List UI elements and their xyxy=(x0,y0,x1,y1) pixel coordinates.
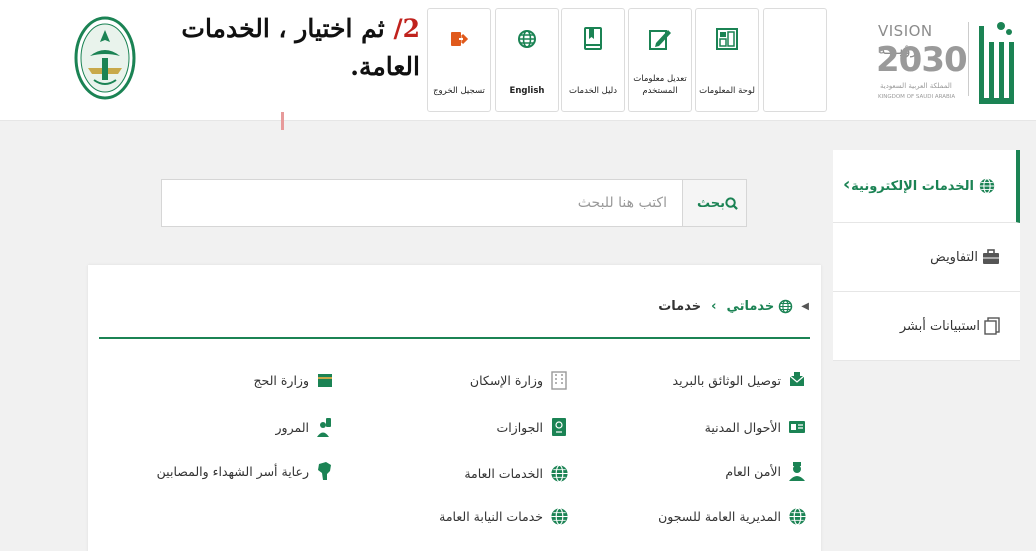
service-label: المرور xyxy=(275,419,309,435)
passport-icon xyxy=(552,418,566,436)
services-guide-button[interactable]: دليل الخدمات xyxy=(561,8,625,112)
breadcrumb-home-link[interactable]: خدماتي xyxy=(726,299,774,314)
edit-profile-label: تعديل معلومات المستخدم xyxy=(633,74,687,96)
service-martyrs-families-care[interactable]: رعاية أسر الشهداء والمصابين xyxy=(157,459,335,483)
service-traffic[interactable]: المرور xyxy=(276,415,335,439)
service-public-security[interactable]: الأمن العام xyxy=(725,459,807,483)
services-guide-label: دليل الخدمات xyxy=(568,86,618,96)
sidebar-item-delegations[interactable]: التفاويض xyxy=(833,223,1020,292)
dashboard-button[interactable]: لوحة المعلومات xyxy=(695,8,759,112)
service-label: وزارة الإسكان xyxy=(469,372,543,388)
english-label: English xyxy=(509,86,545,96)
id-card-icon xyxy=(789,421,805,433)
vision-ksa-english: KINGDOM OF SAUDI ARABIA xyxy=(878,94,956,100)
kaaba-icon xyxy=(318,374,332,387)
globe-icon xyxy=(518,30,536,48)
globe-icon xyxy=(979,178,995,194)
logo-divider xyxy=(968,22,969,96)
service-passports[interactable]: الجوازات xyxy=(496,415,569,439)
edit-profile-button[interactable]: تعديل معلومات المستخدم xyxy=(628,8,692,112)
officer-icon xyxy=(789,462,805,481)
empty-tile xyxy=(763,8,827,112)
service-label: الجوازات xyxy=(496,419,543,435)
sidebar-item-label: استبيانات أبشر xyxy=(899,318,980,334)
service-label: الخدمات العامة xyxy=(464,465,543,481)
search-button-label: بحث xyxy=(697,195,726,211)
breadcrumb-separator: › xyxy=(711,299,717,314)
service-label: وزارة الحج xyxy=(253,372,309,388)
mail-delivery-icon xyxy=(789,372,805,386)
sidebar-item-label: التفاويض xyxy=(930,249,978,265)
sidebar: ‹ الخدمات الإلكترونية التفاويض استبيانات… xyxy=(833,150,1020,361)
logout-label: تسجيل الخروج xyxy=(433,86,485,96)
annotation-step: 2/ xyxy=(393,14,420,43)
services-card: ◀ خدماتي › خدمات توصيل الوثائق بالبريد ا… xyxy=(88,265,821,551)
instruction-annotation: 2/ ثم اختيار ، الخدمات العامة. xyxy=(158,10,420,86)
service-label: المديرية العامة للسجون xyxy=(658,508,781,524)
english-language-button[interactable]: English xyxy=(495,8,559,112)
vision-2030-logo: VISION رؤيـــة 2030 المملكة العربية السع… xyxy=(876,18,968,106)
chevron-left-icon: ‹ xyxy=(843,174,851,195)
service-general-services[interactable]: الخدمات العامة xyxy=(464,461,569,485)
service-label: خدمات النيابة العامة xyxy=(439,508,543,524)
service-civil-affairs[interactable]: الأحوال المدنية xyxy=(705,415,807,439)
red-marker xyxy=(281,112,284,130)
dashboard-icon xyxy=(716,28,738,50)
search-bar: بحث xyxy=(161,179,747,227)
service-housing-ministry[interactable]: وزارة الإسكان xyxy=(470,368,569,392)
absher-logo-icon xyxy=(979,22,1014,104)
service-prisons-directorate[interactable]: المديرية العامة للسجون xyxy=(658,504,807,528)
edit-icon xyxy=(649,30,671,50)
logout-icon xyxy=(451,32,468,46)
search-input[interactable] xyxy=(162,180,683,226)
service-label: رعاية أسر الشهداء والمصابين xyxy=(156,463,309,479)
search-icon xyxy=(725,196,738,210)
emblem-icon xyxy=(74,16,136,100)
service-label: الأحوال المدنية xyxy=(704,419,781,435)
section-divider xyxy=(99,337,810,339)
annotation-text: ثم اختيار ، الخدمات العامة. xyxy=(181,14,420,81)
globe-icon xyxy=(788,507,806,525)
breadcrumb: ◀ خدماتي › خدمات xyxy=(658,299,809,314)
vision-ksa-arabic: المملكة العربية السعودية xyxy=(880,82,952,90)
globe-icon xyxy=(550,464,568,482)
document-icon xyxy=(984,317,1000,335)
sidebar-item-surveys[interactable]: استبيانات أبشر xyxy=(833,292,1020,361)
building-icon xyxy=(551,371,567,390)
service-mail-delivery[interactable]: توصيل الوثائق بالبريد xyxy=(673,368,807,392)
service-public-prosecution[interactable]: خدمات النيابة العامة xyxy=(439,504,569,528)
header: 2/ ثم اختيار ، الخدمات العامة. تسجيل الخ… xyxy=(0,0,1036,121)
briefcase-icon xyxy=(983,249,999,264)
service-label: توصيل الوثائق بالبريد xyxy=(672,372,781,388)
traffic-officer-icon xyxy=(317,418,331,437)
sidebar-item-electronic-services[interactable]: ‹ الخدمات الإلكترونية xyxy=(833,150,1020,223)
sidebar-item-label: الخدمات الإلكترونية xyxy=(851,178,974,194)
globe-icon xyxy=(779,299,793,314)
service-hajj-ministry[interactable]: وزارة الحج xyxy=(253,368,335,392)
vision-year: 2030 xyxy=(876,40,968,80)
globe-icon xyxy=(550,507,568,525)
breadcrumb-current: خدمات xyxy=(658,299,702,314)
logout-button[interactable]: تسجيل الخروج xyxy=(427,8,491,112)
caret-left-icon: ◀ xyxy=(801,301,809,312)
search-button[interactable]: بحث xyxy=(682,180,746,226)
book-icon xyxy=(584,27,602,50)
map-icon xyxy=(318,462,331,480)
dashboard-label: لوحة المعلومات xyxy=(699,86,755,96)
service-label: الأمن العام xyxy=(725,463,781,479)
